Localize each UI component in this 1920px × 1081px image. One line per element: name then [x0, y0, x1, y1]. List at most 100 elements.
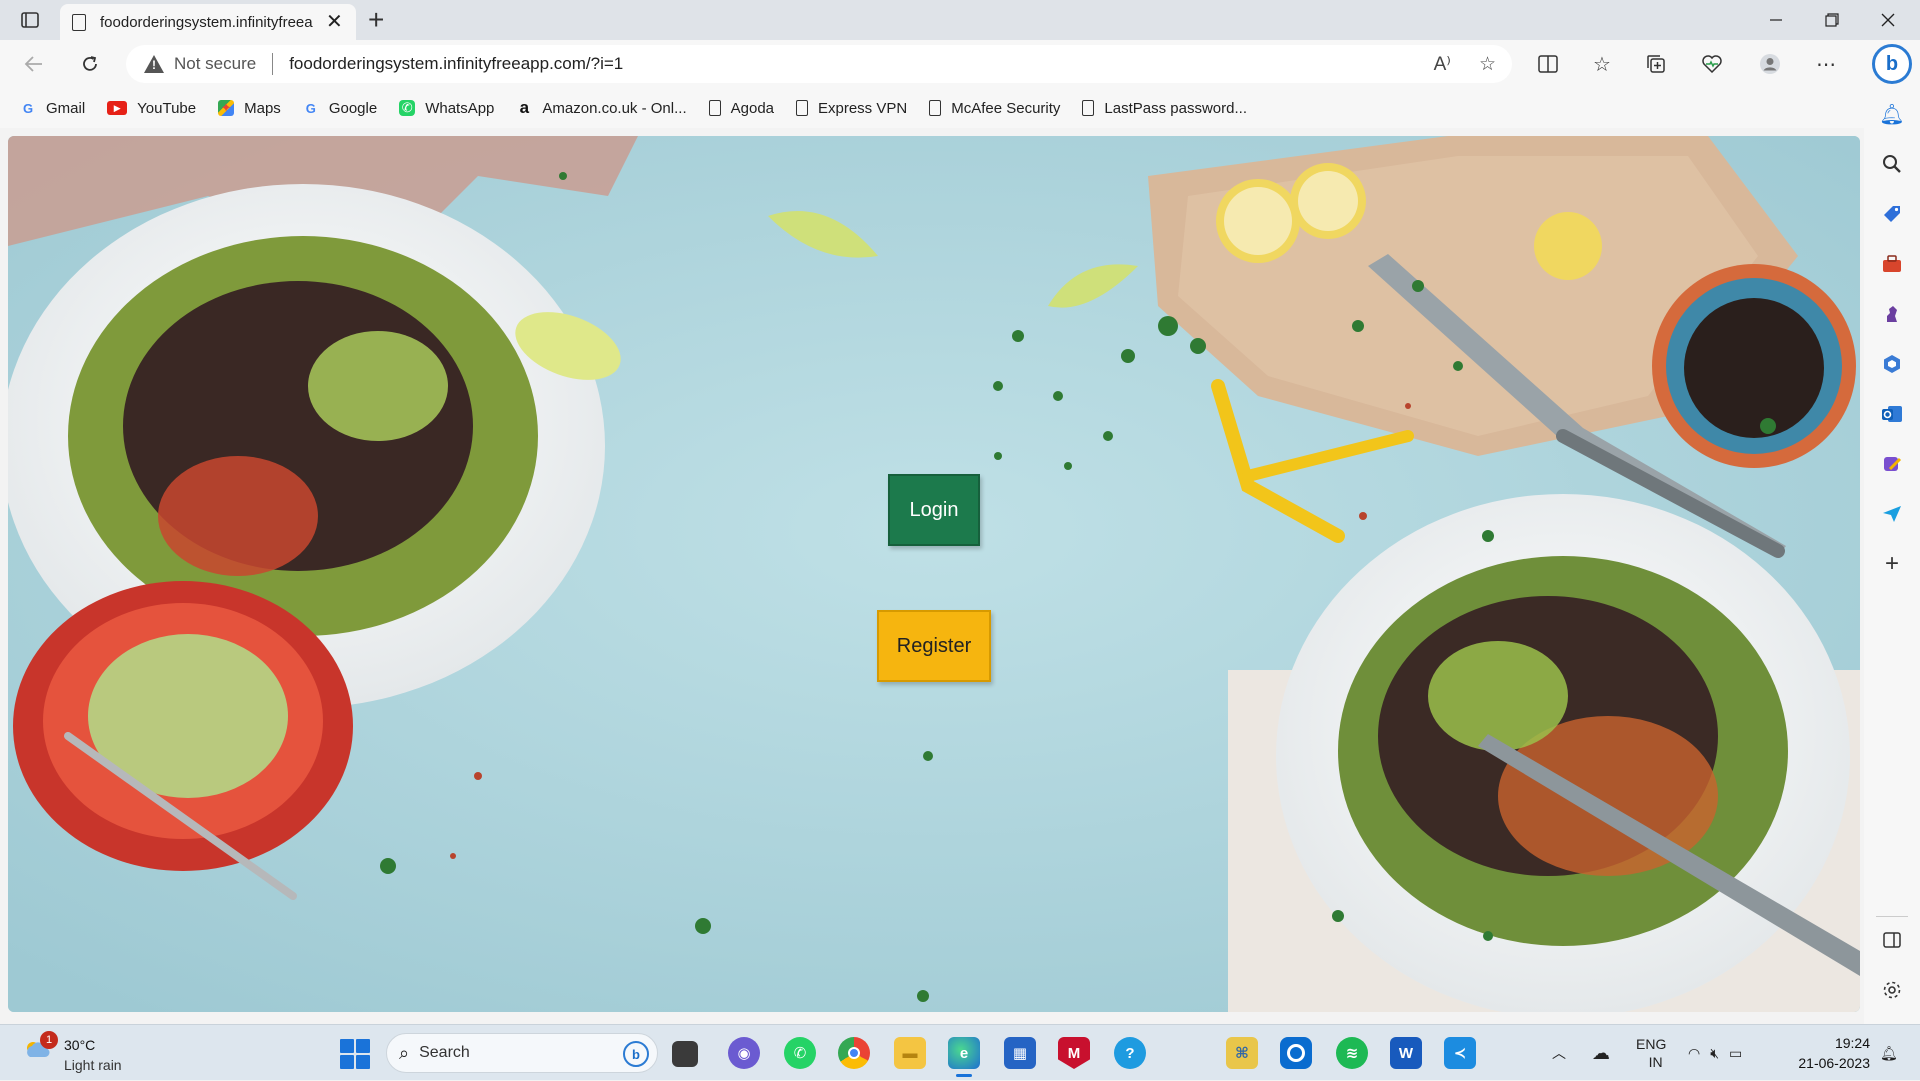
- split-screen-button[interactable]: [1534, 50, 1562, 78]
- edge-app[interactable]: e: [948, 1037, 980, 1077]
- restore-button[interactable]: [1804, 0, 1860, 40]
- refresh-button[interactable]: [74, 48, 106, 80]
- bell-icon: 🔔︎: [1879, 103, 1905, 126]
- language-indicator[interactable]: ENG IN: [1636, 1025, 1666, 1081]
- hide-sidebar-button[interactable]: [1878, 926, 1906, 954]
- taskbar-search[interactable]: ⌕ Search b: [386, 1033, 658, 1073]
- region-code: IN: [1648, 1054, 1663, 1070]
- not-secure-label[interactable]: Not secure: [174, 54, 256, 74]
- notification-bell-icon: 🔔︎: [1880, 1044, 1898, 1061]
- url-text[interactable]: foodorderingsystem.infinityfreeapp.com/?…: [289, 54, 623, 74]
- drop-button[interactable]: [1878, 500, 1906, 528]
- new-tab-button[interactable]: +: [368, 4, 384, 36]
- bing-icon: b: [1885, 52, 1899, 75]
- shopping-button[interactable]: [1878, 200, 1906, 228]
- spotify-app[interactable]: ≋: [1336, 1037, 1368, 1069]
- bookmark-youtube[interactable]: ▶ YouTube: [107, 100, 196, 117]
- bookmark-agoda[interactable]: Agoda: [708, 99, 774, 117]
- quick-settings-button[interactable]: ◠ 🔇︎ ▭: [1688, 1025, 1742, 1081]
- edge-sidebar: b 🔔︎ +: [1864, 40, 1920, 1024]
- bookmark-amazon[interactable]: a Amazon.co.uk - Onl...: [516, 98, 687, 117]
- close-window-button[interactable]: [1860, 0, 1916, 40]
- favorites-button[interactable]: ☆: [1588, 50, 1616, 78]
- bookmark-maps[interactable]: ✦ Maps: [218, 100, 281, 117]
- bookmark-gmail[interactable]: G Gmail: [20, 100, 85, 117]
- outlook-button[interactable]: [1878, 400, 1906, 428]
- warning-icon: [144, 55, 164, 73]
- get-help-app[interactable]: ?: [1114, 1037, 1146, 1069]
- settings-more-button[interactable]: ⋯: [1812, 50, 1840, 78]
- profile-button[interactable]: [1756, 50, 1784, 78]
- bookmarks-bar: G Gmail ▶ YouTube ✦ Maps G Google ✆ WhatsApp …: [0, 88, 1880, 128]
- bookmark-label: Google: [328, 99, 378, 117]
- teams-chat-app[interactable]: ◉: [728, 1037, 760, 1069]
- notifications-button[interactable]: 🔔︎: [1878, 100, 1906, 128]
- favorite-star-icon[interactable]: ☆: [1479, 53, 1496, 76]
- tab-actions-button[interactable]: [14, 8, 46, 32]
- address-bar[interactable]: Not secure foodorderingsystem.infinityfr…: [126, 45, 1512, 83]
- bookmark-whatsapp[interactable]: ✆ WhatsApp: [399, 100, 494, 117]
- bing-chat-button[interactable]: b: [1872, 44, 1912, 84]
- vscode-app[interactable]: ≺: [1444, 1037, 1476, 1069]
- browser-essentials-button[interactable]: [1698, 50, 1726, 78]
- microsoft-365-button[interactable]: [1878, 350, 1906, 378]
- notification-center-button[interactable]: 🔔︎: [1880, 1025, 1898, 1081]
- show-hidden-icons-button[interactable]: ︿: [1552, 1025, 1566, 1081]
- bookmark-express-vpn[interactable]: Express VPN: [796, 100, 907, 117]
- bookmark-label: Gmail: [46, 99, 86, 117]
- bookmark-google[interactable]: G Google: [303, 100, 377, 117]
- bookmark-label: Agoda: [730, 99, 774, 117]
- python-icon: ⌘: [1235, 1045, 1249, 1062]
- weather-badge: 1: [40, 1031, 58, 1049]
- word-app[interactable]: W: [1390, 1037, 1422, 1069]
- vscode-icon: ≺: [1453, 1045, 1467, 1062]
- bookmark-mcafee[interactable]: McAfee Security: [929, 100, 1060, 117]
- read-aloud-icon[interactable]: A⁾: [1434, 53, 1451, 76]
- start-button[interactable]: [340, 1039, 370, 1069]
- weather-widget[interactable]: 1 30°C Light rain: [20, 1031, 170, 1075]
- browser-tab-active[interactable]: foodorderingsystem.infinityfreea ✕: [60, 4, 356, 40]
- maps-icon: ✦: [218, 100, 235, 116]
- split-screen-icon: [1538, 55, 1558, 73]
- whatsapp-app[interactable]: ✆: [784, 1037, 816, 1069]
- page-icon: [796, 100, 808, 116]
- sidebar-search-button[interactable]: [1878, 150, 1906, 178]
- youtube-icon: ▶: [107, 101, 128, 115]
- whatsapp-icon: ✆: [399, 100, 416, 116]
- mcafee-app[interactable]: M: [1058, 1037, 1090, 1069]
- register-button[interactable]: Register: [877, 610, 991, 682]
- minimize-button[interactable]: [1748, 0, 1804, 40]
- sidebar-settings-button[interactable]: [1878, 976, 1906, 1004]
- microsoft-store-app[interactable]: ▦: [1004, 1037, 1036, 1069]
- search-icon: ⌕: [399, 1042, 410, 1063]
- circle-icon: [1287, 1044, 1305, 1062]
- taskbar-clock[interactable]: 19:24 21-06-2023: [1780, 1033, 1870, 1073]
- sidebar-divider: [1876, 916, 1908, 917]
- designer-button[interactable]: [1878, 450, 1906, 478]
- page-icon: [929, 100, 942, 116]
- bookmark-lastpass[interactable]: LastPass password...: [1082, 100, 1247, 117]
- python-app[interactable]: ⌘: [1226, 1037, 1258, 1069]
- bookmark-label: LastPass password...: [1104, 99, 1247, 117]
- food-background-image: [8, 136, 1860, 1012]
- bing-icon: b: [623, 1041, 649, 1067]
- login-button[interactable]: Login: [888, 474, 980, 546]
- windows-taskbar: 1 30°C Light rain ⌕ Search b ◉ ✆ ▬ e ▦ M…: [0, 1024, 1920, 1080]
- onedrive-tray[interactable]: ☁: [1592, 1025, 1610, 1081]
- tools-button[interactable]: [1878, 250, 1906, 278]
- cortana-app[interactable]: [1280, 1037, 1312, 1069]
- amazon-icon: a: [519, 98, 530, 117]
- whatsapp-icon: ✆: [793, 1045, 807, 1062]
- cloud-icon: ☁: [1592, 1042, 1610, 1063]
- add-sidebar-app-button[interactable]: +: [1878, 550, 1906, 578]
- back-button[interactable]: [18, 48, 50, 80]
- chrome-app[interactable]: [838, 1037, 870, 1069]
- chrome-icon: [848, 1047, 860, 1059]
- games-button[interactable]: [1878, 300, 1906, 328]
- collections-button[interactable]: [1642, 50, 1670, 78]
- clock-date: 21-06-2023: [1798, 1055, 1870, 1071]
- file-explorer-app[interactable]: ▬: [894, 1037, 926, 1069]
- tab-close-button[interactable]: ✕: [326, 12, 343, 32]
- close-icon: [1881, 13, 1895, 27]
- task-view-button[interactable]: [672, 1041, 698, 1067]
